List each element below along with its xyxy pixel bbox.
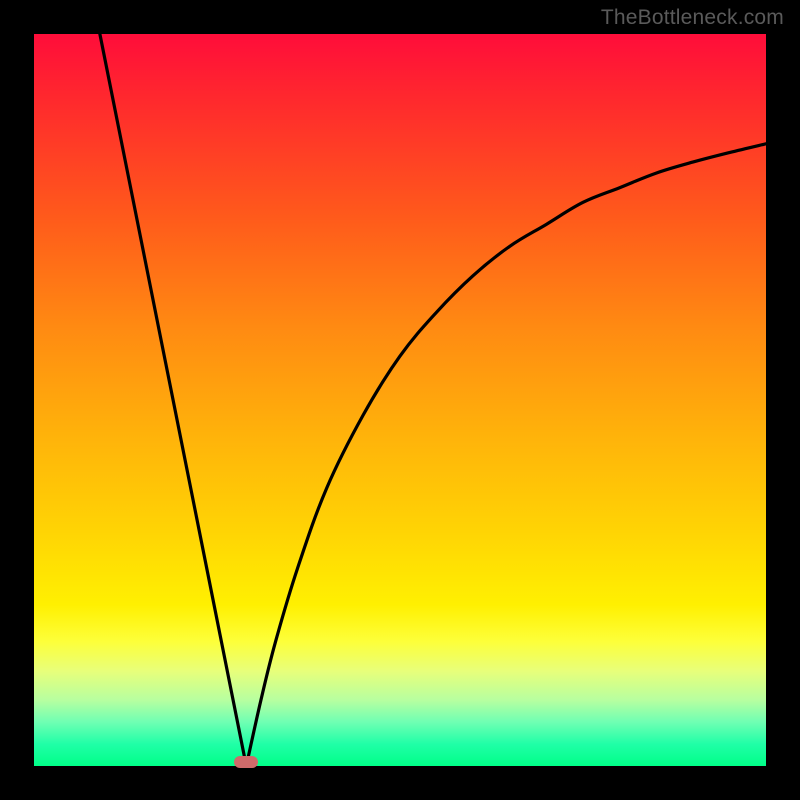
watermark-text: TheBottleneck.com <box>601 6 784 30</box>
minimum-marker <box>234 756 258 768</box>
chart-frame: TheBottleneck.com <box>0 0 800 800</box>
plot-area <box>34 34 766 766</box>
bottleneck-curve <box>34 34 766 766</box>
